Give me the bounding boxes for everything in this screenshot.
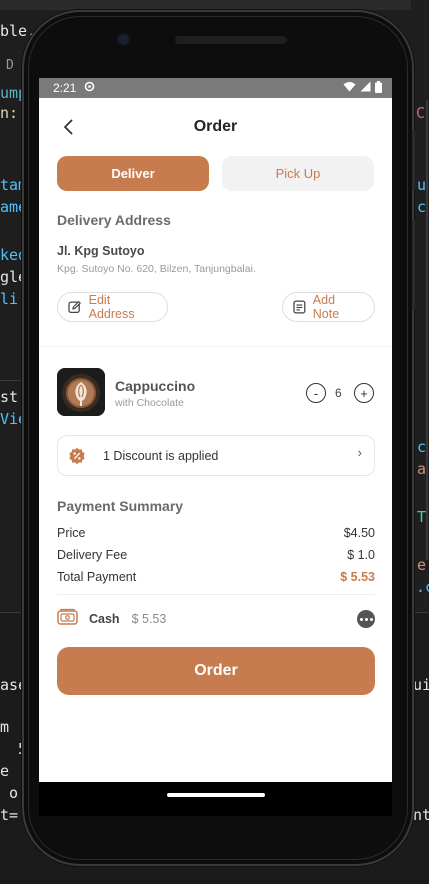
discount-badge-icon [68,447,86,470]
page-title: Order [193,118,238,135]
ide-code-line: c [417,438,427,456]
edit-icon [68,301,81,313]
tab-deliver[interactable]: Deliver [57,156,209,191]
ide-code-line: m [0,718,19,736]
discount-banner[interactable]: 1 Discount is applied › [57,435,375,476]
signal-icon [360,81,371,95]
power-button[interactable] [412,130,415,190]
edit-address-label: Edit Address [88,293,135,321]
ide-code-line: n: [0,104,19,122]
order-button[interactable]: Order [57,647,375,695]
status-bar: 2:21 [39,78,392,98]
payment-divider [57,594,375,595]
ide-divider [426,100,428,560]
edit-address-button[interactable]: Edit Address [57,292,168,322]
product-name: Cappuccino [115,378,196,394]
price-label: Price [57,526,86,540]
payment-summary-title: Payment Summary [57,498,184,514]
wallet-icon [57,608,79,631]
android-nav-bar [39,782,392,816]
app-header: Order [39,98,392,158]
product-subtitle: with Chocolate [115,397,184,409]
price-row: Price $4.50 [57,526,375,540]
sync-icon [84,81,95,95]
increase-quantity-button[interactable]: + [354,383,374,403]
ide-code-line: c [417,198,427,216]
delivery-address-title: Delivery Address [57,212,171,228]
decrease-quantity-button[interactable]: - [306,383,326,403]
ide-code-line: e [0,762,19,780]
status-time: 2:21 [53,81,77,95]
ide-code-line: t= [0,806,19,824]
ide-code-line: a [417,460,427,478]
ide-tab-text[interactable]: D [6,58,14,73]
payment-method-amount: $ 5.53 [131,612,167,626]
price-value: $4.50 [343,526,375,540]
app-screen: 2:21 Order Deliver Pick Up Delivery Addr… [39,78,392,782]
delivery-fee-row: Delivery Fee $ 1.0 [57,548,375,562]
address-detail: Kpg. Sutoyo No. 620, Bilzen, Tanjungbala… [57,263,256,275]
ide-top-bar [0,0,429,10]
payment-method-label: Cash [89,612,120,626]
ide-code-line: ui [413,676,429,694]
tab-pickup[interactable]: Pick Up [222,156,374,191]
ide-code-line: C [416,104,426,122]
wifi-icon [343,81,356,95]
ide-code-line: e [417,556,427,574]
ide-code-line: u [417,176,427,194]
home-indicator[interactable] [167,793,265,797]
section-divider [39,346,392,347]
ide-code-line: nt [413,806,429,824]
note-icon [293,300,306,314]
address-name: Jl. Kpg Sutoyo [57,244,145,258]
product-image [57,368,105,416]
ide-code-line: T [417,508,427,526]
add-note-button[interactable]: Add Note [282,292,375,322]
chevron-right-icon: › [357,445,362,460]
ide-code-line: li [0,290,19,308]
payment-method-row[interactable]: Cash $ 5.53 [57,608,375,630]
add-note-label: Add Note [312,293,340,321]
ide-code-line: .c [416,578,429,596]
ide-code-line: st [0,388,19,406]
ide-code-line: o [0,784,19,802]
total-payment-value: $ 5.53 [340,570,375,584]
volume-button[interactable] [412,220,415,310]
more-options-icon[interactable] [357,610,375,628]
delivery-fee-value: $ 1.0 [347,548,375,562]
discount-label: 1 Discount is applied [103,449,219,463]
quantity-value: 6 [335,386,342,400]
camera-icon [118,34,129,45]
total-payment-row: Total Payment $ 5.53 [57,570,375,584]
speaker-grille [175,36,287,44]
battery-icon [375,80,382,96]
delivery-fee-label: Delivery Fee [57,548,128,562]
total-payment-label: Total Payment [57,570,137,584]
